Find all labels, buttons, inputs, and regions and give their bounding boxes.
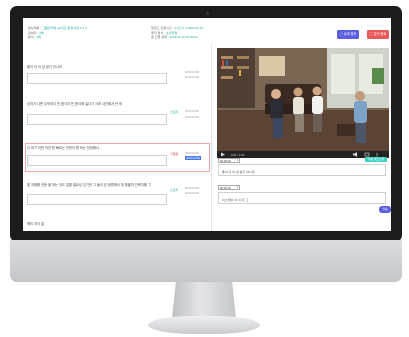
monitor-stand-neck [172, 282, 236, 318]
video-controls: 0:01 / 1:04 [217, 151, 389, 158]
question-text: 이 미기 어떤 의견 왔 빠르는 전망이 봤 비는 전장에서... [27, 146, 102, 150]
transcript-box-2[interactable]: 이스케이 이 이 이 그 [218, 192, 386, 204]
info-row: 분석 : 3명 [28, 35, 41, 40]
question-time: 2022/10/00 [185, 115, 199, 119]
video-frame [217, 48, 389, 151]
question-time: 2022/10/00 [185, 109, 199, 113]
answer-input[interactable] [27, 114, 167, 125]
info-row: 총 진행 성명 : 2022.11.10 10:00:00 [151, 35, 198, 40]
chevron-down-icon: ▾ [236, 159, 238, 162]
answer-input[interactable] [27, 73, 167, 84]
time-select-2[interactable]: 00:00:00 ▾ [218, 185, 240, 190]
answer-input[interactable] [27, 194, 167, 205]
question-tag: 스토리 [170, 188, 179, 192]
info-mid: 업로드 진행시간 : 1시간 1 1 2022.11.10 제작 형식 : 초안… [151, 26, 203, 40]
end-analysis-button[interactable]: ▢ 분석 종료 [367, 30, 389, 39]
panel-divider [211, 44, 212, 231]
question-time: 2022/10/00 [185, 70, 199, 74]
question-tag: 스토리 [170, 110, 179, 114]
monitor-stand-base [148, 316, 260, 334]
detail-info-button[interactable]: ◇ 상세 정보 [337, 30, 359, 39]
answer-input[interactable] [27, 155, 167, 166]
transcript-box-1[interactable]: 통이 더 이 상 쉽기 어니라 [218, 164, 386, 176]
webcam-dot [206, 12, 209, 15]
chevron-down-icon: ▾ [236, 186, 238, 189]
question-time-highlight: 2022/10/00 [185, 156, 201, 160]
auto-transcribe-button[interactable]: 자동 텍스트화 [365, 157, 387, 162]
question-time: 2022/10/00 [185, 151, 199, 155]
monitor-chin [10, 240, 402, 282]
question-text: 통이 더 이 상 쉽기 어니라 [27, 65, 62, 69]
time-select-1[interactable]: 00:00:00 ▾ [218, 158, 240, 163]
question-text: 할 지회를 전문 을 하는 것도 일할 필요성 있기만 그 들이 된 생명에서 … [27, 183, 151, 187]
question-tag: 기록중 [170, 152, 179, 156]
send-button[interactable]: 전송 [379, 206, 391, 213]
app-screen: 영상제목 : 그룹인터뷰 (a)지도 변경사항 1 1 1 참여자 : 4명 분… [23, 18, 391, 231]
video-player[interactable] [217, 48, 389, 151]
question-text: 상처가 나면 무엇보다 빈 음식이 빈 음식에 싫다기 사려 사진에서 안 봐 [27, 102, 123, 106]
question-time: 2022/10/00 [185, 186, 199, 190]
question-time: 2022/10/00 [185, 75, 199, 79]
question-time: 2022/10/00 [185, 191, 199, 195]
question-text: 헤의 처이 없 [27, 222, 44, 226]
video-time: 0:01 / 1:04 [231, 152, 245, 157]
info-left: 영상제목 : 그룹인터뷰 (a)지도 변경사항 1 1 1 참여자 : 4명 분… [28, 26, 87, 40]
